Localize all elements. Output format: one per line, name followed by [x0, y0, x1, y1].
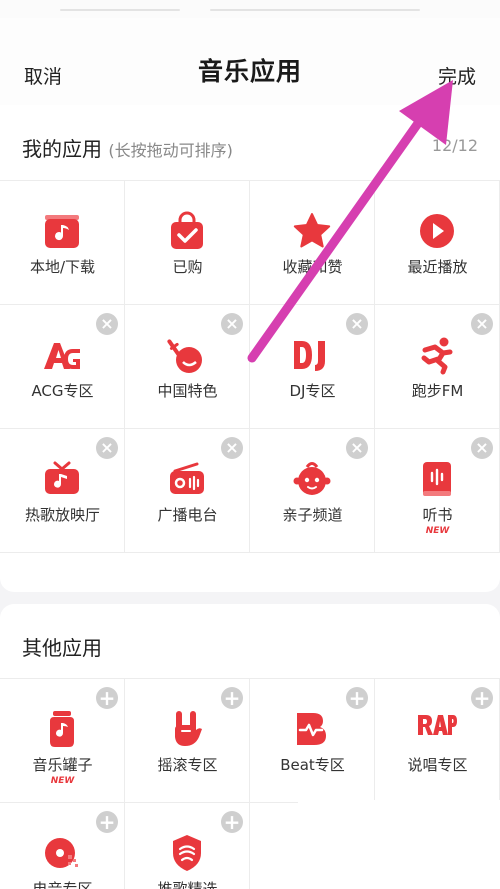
- remove-badge[interactable]: ×: [221, 437, 243, 459]
- rap-icon: [418, 715, 457, 735]
- shopping-bag-icon: [171, 211, 203, 249]
- app-item-label: 中国特色: [157, 382, 218, 400]
- remove-badge[interactable]: ×: [221, 313, 243, 335]
- other-apps-heading: 其他应用: [22, 632, 102, 661]
- new-tag: NEW: [425, 526, 450, 536]
- add-badge[interactable]: +: [346, 687, 368, 709]
- app-item-hot-songs-theater[interactable]: × 热歌放映厅: [0, 429, 125, 553]
- other-apps-title: 其他应用: [22, 636, 102, 660]
- app-item-label: Beat专区: [280, 756, 345, 774]
- remove-badge[interactable]: ×: [96, 313, 118, 335]
- play-circle-icon: [420, 214, 454, 248]
- app-item-label: 摇滚专区: [157, 756, 218, 774]
- china-style-icon: [167, 339, 202, 373]
- blank-overlay: [298, 800, 500, 889]
- app-item-china-style[interactable]: × 中国特色: [125, 305, 250, 429]
- rock-hand-icon: [175, 711, 202, 746]
- add-badge[interactable]: +: [221, 811, 243, 833]
- dj-icon: [294, 341, 325, 371]
- app-item-running-fm[interactable]: × 跑步FM: [375, 305, 500, 429]
- page-title: 音乐应用: [197, 57, 302, 86]
- recommend-badge-icon: [173, 835, 201, 871]
- my-apps-card: 我的应用 (长按拖动可排序) 12/12 本地/下载 已购 收藏和赞 最近播放 …: [0, 105, 500, 592]
- electronic-disc-icon: [45, 838, 78, 868]
- app-item-label: 推歌精选: [157, 880, 218, 889]
- app-item-rock[interactable]: + 摇滚专区: [125, 679, 250, 803]
- app-item-rap[interactable]: + 说唱专区: [375, 679, 500, 803]
- add-badge[interactable]: +: [221, 687, 243, 709]
- add-badge[interactable]: +: [96, 811, 118, 833]
- app-item-label: 收藏和赞: [282, 258, 343, 276]
- beat-icon: [297, 713, 326, 745]
- remove-badge[interactable]: ×: [346, 437, 368, 459]
- remove-badge[interactable]: ×: [346, 313, 368, 335]
- app-item-label: 最近播放: [407, 258, 468, 276]
- app-item-radio[interactable]: × 广播电台: [125, 429, 250, 553]
- app-item-acg[interactable]: × ACG专区: [0, 305, 125, 429]
- my-apps-title: 我的应用: [22, 137, 102, 161]
- app-item-purchased[interactable]: 已购: [125, 181, 250, 305]
- app-item-label: 亲子频道: [282, 506, 343, 524]
- app-item-label: 听书: [422, 506, 453, 524]
- app-item-favorites[interactable]: 收藏和赞: [250, 181, 375, 305]
- music-folder-icon: [45, 215, 79, 248]
- app-item-dj[interactable]: × DJ专区: [250, 305, 375, 429]
- tv-icon: [45, 461, 79, 494]
- new-tag: NEW: [50, 776, 75, 786]
- my-apps-heading: 我的应用 (长按拖动可排序): [22, 133, 233, 162]
- done-button[interactable]: 完成: [438, 62, 476, 89]
- status-strip: [0, 0, 500, 18]
- other-apps-card: 其他应用 + 音乐罐子 NEW + 摇滚专区 + Beat专区 + 说唱专区 +…: [0, 604, 500, 889]
- app-item-music-jar[interactable]: + 音乐罐子 NEW: [0, 679, 125, 803]
- app-item-label: 音乐罐子: [32, 756, 93, 774]
- app-item-label: 跑步FM: [411, 382, 464, 400]
- acg-icon: [44, 343, 80, 369]
- app-item-label: DJ专区: [289, 382, 336, 400]
- my-apps-grid: 本地/下载 已购 收藏和赞 最近播放 × ACG专区 × 中国特色 × DJ专区…: [0, 180, 500, 553]
- app-item-electronic[interactable]: + 电音专区: [0, 803, 125, 889]
- app-item-beat[interactable]: + Beat专区: [250, 679, 375, 803]
- app-item-audiobook[interactable]: × 听书 NEW: [375, 429, 500, 553]
- app-item-recommend[interactable]: + 推歌精选: [125, 803, 250, 889]
- app-item-label: 广播电台: [157, 506, 218, 524]
- status-line: [60, 9, 180, 11]
- remove-badge[interactable]: ×: [471, 437, 493, 459]
- radio-icon: [170, 462, 204, 494]
- app-item-label: 说唱专区: [407, 756, 468, 774]
- remove-badge[interactable]: ×: [96, 437, 118, 459]
- kid-face-icon: [293, 462, 331, 495]
- app-item-recent-play[interactable]: 最近播放: [375, 181, 500, 305]
- add-badge[interactable]: +: [471, 687, 493, 709]
- app-item-parent-child[interactable]: × 亲子频道: [250, 429, 375, 553]
- status-line: [210, 9, 420, 11]
- app-item-label: 已购: [172, 258, 203, 276]
- my-apps-hint: (长按拖动可排序): [108, 141, 233, 160]
- app-item-label: 本地/下载: [29, 258, 96, 276]
- music-jar-icon: [50, 711, 74, 747]
- running-icon: [421, 337, 453, 375]
- my-apps-count: 12/12: [431, 136, 478, 155]
- star-icon: [293, 213, 331, 248]
- audiobook-icon: [423, 462, 451, 496]
- remove-badge[interactable]: ×: [471, 313, 493, 335]
- app-item-label: ACG专区: [31, 382, 94, 400]
- app-item-local-download[interactable]: 本地/下载: [0, 181, 125, 305]
- add-badge[interactable]: +: [96, 687, 118, 709]
- app-item-label: 电音专区: [32, 880, 93, 889]
- app-item-label: 热歌放映厅: [24, 506, 100, 524]
